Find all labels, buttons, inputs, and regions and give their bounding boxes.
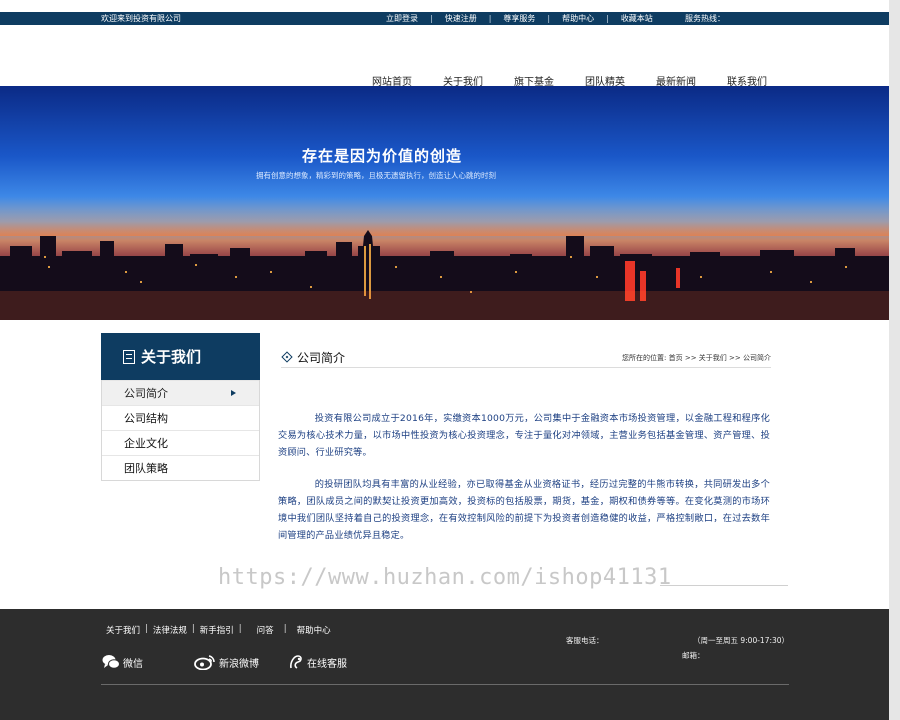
page-title: 公司简介 (297, 351, 346, 365)
footer-link-help[interactable]: 帮助中心 (297, 624, 331, 636)
footer-link-law[interactable]: 法律法规 (153, 624, 187, 636)
sidebar-item-company-profile[interactable]: 公司简介 (102, 380, 259, 405)
hero-banner: 存在是因为价值的创造 拥有创意的想象，精彩到的策略，且极无遗留执行，创造让人心跳… (0, 86, 889, 320)
watermark: https://www.huzhan.com/ishop41131 (218, 565, 672, 590)
weibo-label: 新浪微博 (219, 658, 259, 670)
separator: | (191, 624, 195, 634)
weibo-link[interactable]: 新浪微博 (194, 654, 259, 670)
article-body: 投资有限公司成立于2016年，实缴资本1000万元，公司集中于金融资本市场投资管… (278, 410, 770, 559)
separator: | (238, 624, 242, 634)
footer-divider (101, 684, 789, 685)
sidebar-item-label: 公司结构 (124, 412, 168, 425)
footer-link-faq[interactable]: 问答 (257, 624, 274, 636)
footer-link-guide[interactable]: 新手指引 (200, 624, 234, 636)
top-bar: 欢迎来到投资有限公司 立即登录 | 快速注册 | 尊享服务 | 帮助中心 | 收… (0, 12, 889, 25)
hotline-label: 服务热线： (685, 14, 725, 23)
divider (660, 585, 788, 586)
wechat-icon (102, 655, 120, 669)
arrow-right-icon (231, 390, 236, 396)
help-center-link[interactable]: 帮助中心 (562, 12, 594, 25)
email-label: 邮箱： (682, 651, 705, 660)
section-header: 公司简介 您所在的位置: 首页 >> 关于我们 >> 公司简介 (281, 349, 771, 368)
customer-service-icon (290, 655, 302, 669)
sidebar-menu: 公司简介 公司结构 企业文化 团队策略 (101, 380, 260, 481)
article-paragraph: 投资有限公司成立于2016年，实缴资本1000万元，公司集中于金融资本市场投资管… (278, 413, 770, 458)
weibo-icon (194, 655, 215, 670)
document-icon (123, 349, 135, 364)
login-link[interactable]: 立即登录 (386, 12, 418, 25)
banner-subslogan: 拥有创意的想象，精彩到的策略，且极无遗留执行，创造让人心跳的时刻 (256, 171, 496, 180)
city-skyline-image (0, 196, 889, 320)
online-service-label: 在线客服 (307, 658, 347, 670)
sidebar-item-team-strategy[interactable]: 团队策略 (102, 455, 259, 480)
online-service-link[interactable]: 在线客服 (288, 654, 347, 670)
separator: | (606, 14, 609, 23)
separator: | (283, 624, 287, 634)
wechat-label: 微信 (123, 658, 143, 670)
phone-label: 客服电话： (566, 636, 604, 645)
service-hours: （周一至周五 9:00-17:30） (693, 636, 790, 645)
sidebar-item-label: 团队策略 (124, 462, 168, 475)
separator: | (488, 14, 492, 23)
sidebar-title: 关于我们 (141, 348, 202, 366)
footer-link-about[interactable]: 关于我们 (106, 624, 140, 636)
sidebar-item-label: 公司简介 (124, 387, 168, 400)
banner-slogan: 存在是因为价值的创造 (302, 147, 463, 165)
sidebar-item-label: 企业文化 (124, 437, 168, 450)
separator: | (145, 624, 148, 634)
breadcrumb: 您所在的位置: 首页 >> 关于我们 >> 公司简介 (622, 354, 771, 362)
sidebar-item-company-structure[interactable]: 公司结构 (102, 405, 259, 430)
sidebar-item-corporate-culture[interactable]: 企业文化 (102, 430, 259, 455)
top-links: 立即登录 | 快速注册 | 尊享服务 | 帮助中心 | 收藏本站 (386, 12, 653, 25)
sidebar: 关于我们 公司简介 公司结构 企业文化 团队策略 (101, 333, 260, 481)
register-link[interactable]: 快速注册 (445, 12, 477, 25)
premium-service-link[interactable]: 尊享服务 (503, 12, 535, 25)
page-scrollbar-track[interactable] (889, 0, 900, 720)
article-paragraph: 的投研团队均具有丰富的从业经验，亦已取得基金从业资格证书，经历过完整的牛熊市转换… (278, 479, 770, 541)
wechat-link[interactable]: 微信 (102, 654, 143, 670)
diamond-icon (281, 351, 293, 363)
sidebar-header: 关于我们 (101, 333, 260, 380)
bookmark-link[interactable]: 收藏本站 (621, 12, 653, 25)
separator: | (430, 14, 433, 23)
welcome-text: 欢迎来到投资有限公司 (101, 14, 181, 23)
footer-links: 关于我们 | 法律法规 | 新手指引 | 问答 | 帮助中心 (106, 624, 331, 636)
footer: 关于我们 | 法律法规 | 新手指引 | 问答 | 帮助中心 客服电话： （周一… (0, 609, 889, 720)
separator: | (547, 14, 551, 23)
